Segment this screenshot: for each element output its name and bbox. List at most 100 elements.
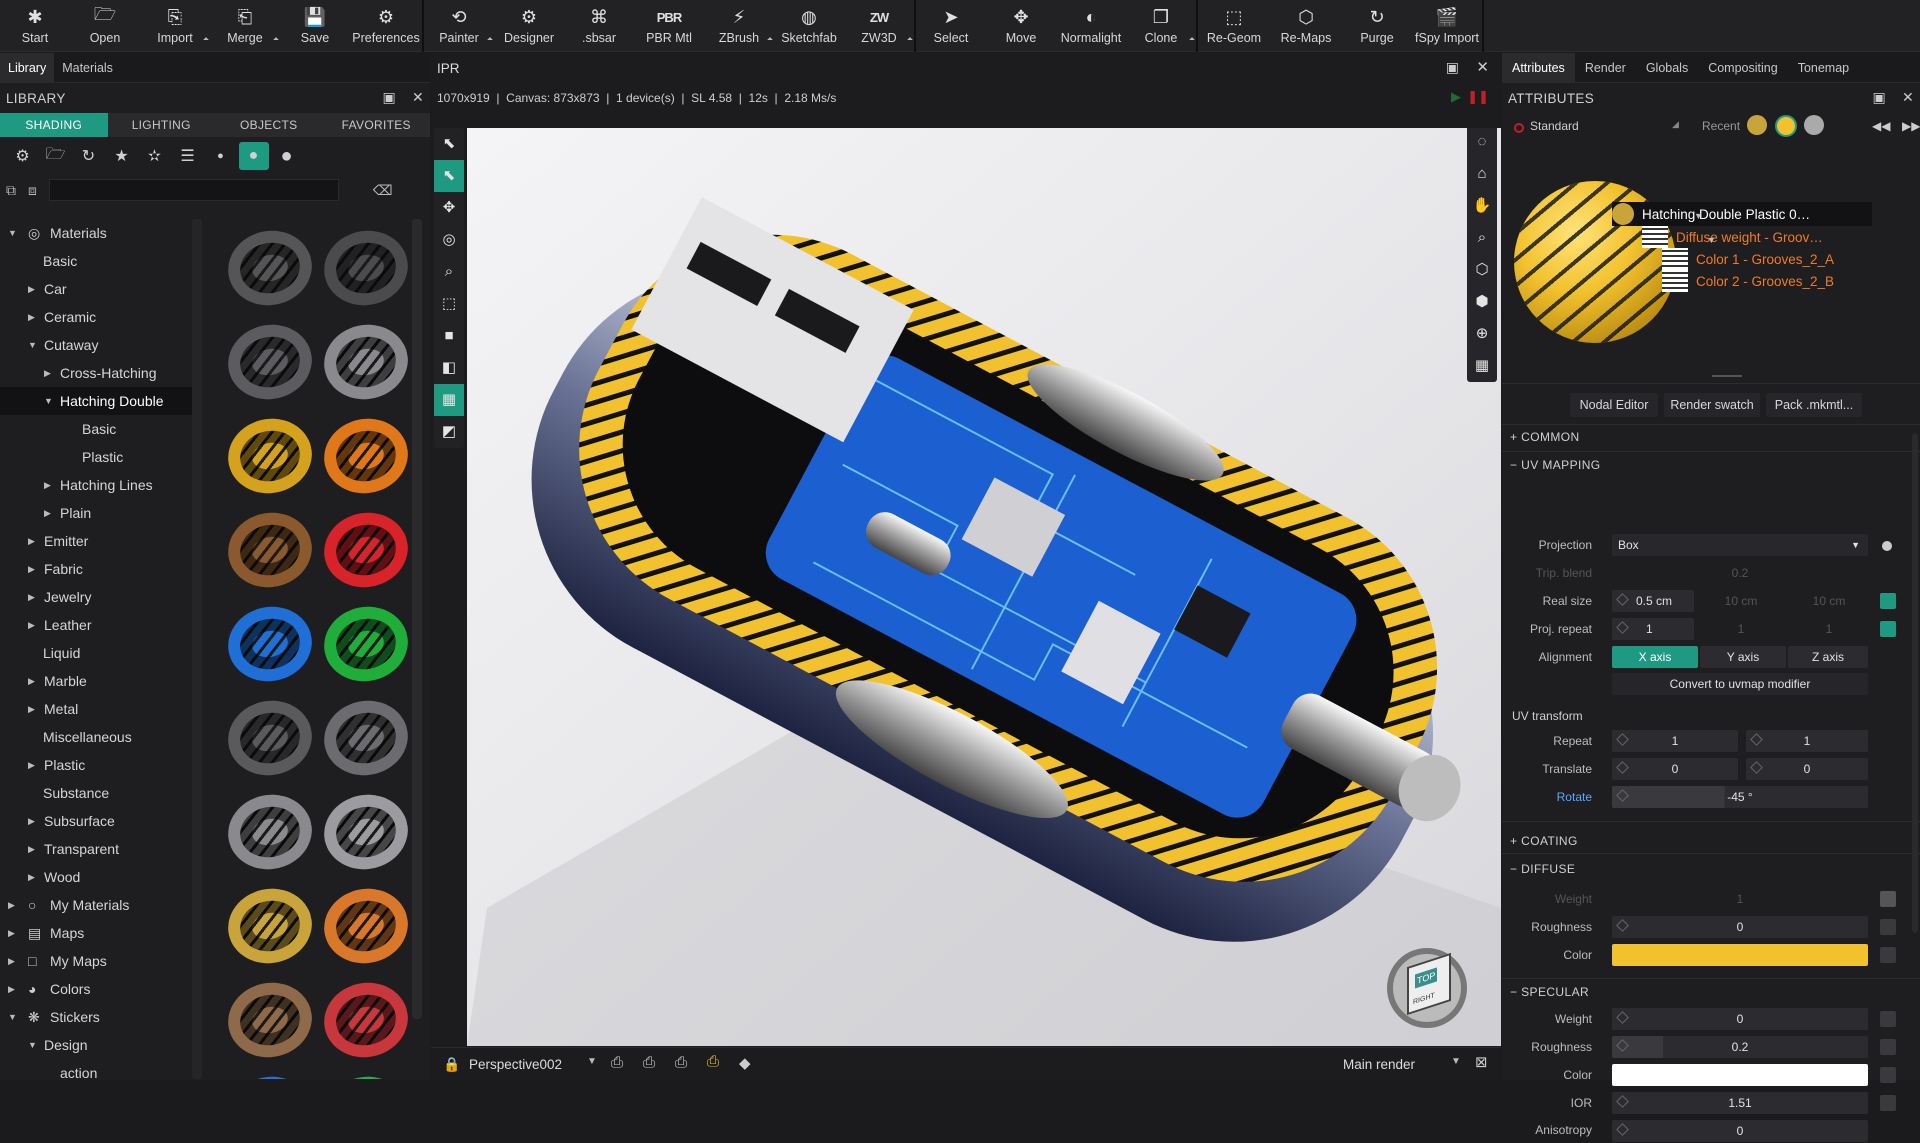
chevron-right-icon[interactable]: ▶ — [28, 807, 35, 835]
tree-item[interactable]: Basic — [0, 247, 200, 275]
recent-material-3[interactable] — [1804, 115, 1824, 135]
zbrush-button[interactable]: ⚡ ZBrush — [704, 0, 774, 52]
tree-item[interactable]: ▶ Emitter — [0, 527, 200, 555]
chevron-down-icon[interactable]: ▼ — [1451, 1056, 1461, 1067]
anisotropy-field[interactable]: 0 — [1612, 1120, 1868, 1142]
material-node[interactable]: Color 1 - Grooves_2_A — [1662, 247, 1834, 271]
render-swatch-button[interactable]: Render swatch — [1664, 393, 1760, 417]
material-node[interactable]: Hatching Double Plastic 0… — [1612, 202, 1872, 226]
tree-item[interactable]: Basic — [0, 415, 200, 443]
gear-icon[interactable]: ⚙ — [6, 146, 39, 166]
rotate-field[interactable]: -45 ° — [1612, 786, 1868, 808]
previous-icon[interactable]: ◀◀ — [1872, 119, 1890, 133]
sbsar-button[interactable]: ⌘ .sbsar — [564, 0, 634, 52]
tab-objects[interactable]: OBJECTS — [215, 113, 323, 137]
pause-icon[interactable]: ❚❚ — [1467, 89, 1489, 105]
texture-slot-icon[interactable] — [1880, 1095, 1896, 1111]
tree-item[interactable]: Substance — [0, 779, 200, 807]
texture-slot-icon[interactable] — [1880, 1067, 1896, 1083]
tree-item[interactable]: Liquid — [0, 639, 200, 667]
float-panel-icon[interactable]: ▣ — [1872, 89, 1886, 106]
chevron-right-icon[interactable]: ▶ — [44, 499, 51, 527]
designer-button[interactable]: ⚙ Designer — [494, 0, 564, 52]
attributes-scrollbar[interactable] — [1912, 433, 1918, 933]
chevron-right-icon[interactable]: ▶ — [8, 919, 15, 947]
convert-uvmap-button[interactable]: Convert to uvmap modifier — [1612, 673, 1868, 695]
view-cube[interactable]: TOP RIGHT — [1387, 948, 1467, 1028]
preferences-button[interactable]: ⚙ Preferences — [350, 0, 422, 52]
tree-item[interactable]: ▼ ❋ Stickers — [0, 1003, 200, 1031]
chevron-down-icon[interactable]: ▼ — [1694, 211, 1703, 221]
material-thumbnail[interactable] — [317, 505, 415, 595]
tree-item[interactable]: ▶ ○ My Materials — [0, 891, 200, 919]
proj-repeat-x[interactable]: 1 — [1612, 618, 1694, 640]
grid-icon[interactable]: ▦ — [1467, 350, 1497, 382]
section-diffuse[interactable]: − DIFFUSE — [1510, 862, 1575, 876]
real-size-x[interactable]: 0.5 cm — [1612, 590, 1694, 612]
search-input[interactable] — [48, 179, 339, 201]
play-icon[interactable]: ▶ — [1451, 89, 1461, 105]
tab-render[interactable]: Render — [1575, 53, 1636, 82]
fspy-import-button[interactable]: 🎬 fSpy Import — [1412, 0, 1482, 52]
material-thumbnail[interactable] — [221, 787, 319, 877]
material-node[interactable]: Color 2 - Grooves_2_B — [1662, 269, 1834, 293]
material-thumbnail[interactable] — [317, 411, 415, 501]
tree-item[interactable]: ▼ Hatching Double — [0, 387, 200, 415]
z-axis-button[interactable]: Z axis — [1788, 646, 1868, 668]
tab-lighting[interactable]: LIGHTING — [108, 113, 216, 137]
close-icon[interactable]: ✕ — [1476, 58, 1489, 76]
chevron-right-icon[interactable]: ▶ — [28, 863, 35, 891]
material-thumbnail[interactable] — [221, 693, 319, 783]
chevron-down-icon[interactable]: ◢ — [1672, 119, 1679, 130]
tab-library[interactable]: Library — [0, 53, 55, 82]
compare-icon[interactable]: ◧ — [434, 352, 464, 384]
import-button[interactable]: ⎘ Import — [140, 0, 210, 52]
pack-mkmtl-button[interactable]: Pack .mkmtl... — [1766, 393, 1862, 417]
zoom-region-icon[interactable]: ⌕ — [434, 256, 464, 288]
chevron-right-icon[interactable]: ▶ — [28, 527, 35, 555]
move-icon[interactable]: ✥ — [434, 192, 464, 224]
material-thumbnail[interactable] — [221, 317, 319, 407]
tree-item[interactable]: ▶ ▤ Maps — [0, 919, 200, 947]
material-thumbnail[interactable] — [221, 881, 319, 971]
chevron-down-icon[interactable]: ▼ — [44, 387, 53, 415]
tab-compositing[interactable]: Compositing — [1698, 53, 1787, 82]
tree-item[interactable]: ▶ Subsurface — [0, 807, 200, 835]
section-specular[interactable]: − SPECULAR — [1510, 985, 1589, 999]
re-maps-button[interactable]: ⬡ Re-Maps — [1270, 0, 1342, 52]
section-coating[interactable]: + COATING — [1510, 834, 1578, 848]
recent-material-2[interactable] — [1775, 115, 1797, 137]
zoom-extents-icon[interactable]: ◌ — [1467, 128, 1497, 158]
material-thumbnail[interactable] — [317, 787, 415, 877]
material-thumbnail[interactable] — [317, 693, 415, 783]
region-render-icon[interactable]: ⬚ — [434, 288, 464, 320]
chevron-down-icon[interactable]: ▼ — [28, 331, 37, 359]
chevron-right-icon[interactable]: ▶ — [28, 695, 35, 723]
projection-select[interactable]: Box ▼ — [1612, 534, 1868, 556]
chevron-down-icon[interactable]: ▼ — [1707, 235, 1716, 245]
pan-hand-icon[interactable]: ✋ — [1467, 190, 1497, 222]
tree-item[interactable]: ▶ ◕ Colors — [0, 975, 200, 1003]
render-viewport[interactable]: ◌ ⌂ ✋ ⌕ ⬡ ⬢ ⊕ ▦ TOP RIGHT — [467, 128, 1501, 1046]
link-icon[interactable] — [1880, 593, 1896, 609]
chevron-right-icon[interactable]: ▶ — [28, 583, 35, 611]
chevron-right-icon[interactable]: ▶ — [28, 555, 35, 583]
tab-globals[interactable]: Globals — [1636, 53, 1698, 82]
painter-button[interactable]: ⟲ Painter — [424, 0, 494, 52]
chevron-right-icon[interactable]: ▶ — [44, 471, 51, 499]
tree-item[interactable]: ▶ □ My Maps — [0, 947, 200, 975]
tree-item[interactable]: ▶ Car — [0, 275, 200, 303]
chevron-right-icon[interactable]: ▶ — [28, 667, 35, 695]
float-panel-icon[interactable]: ▣ — [382, 89, 396, 106]
material-thumbnail[interactable] — [221, 505, 319, 595]
clear-search-icon[interactable]: ⌫ — [373, 182, 393, 199]
material-thumbnail[interactable] — [317, 975, 415, 1065]
section-common[interactable]: + COMMON — [1510, 430, 1580, 444]
y-axis-button[interactable]: Y axis — [1700, 646, 1786, 668]
normalight-button[interactable]: ◐ Normalight — [1056, 0, 1126, 52]
list-view-icon[interactable]: ☰ — [171, 146, 204, 166]
tree-item[interactable]: ▶ Marble — [0, 667, 200, 695]
clone-button[interactable]: ❐ Clone — [1126, 0, 1196, 52]
chevron-right-icon[interactable]: ▶ — [28, 303, 35, 331]
tree-item[interactable]: ▶ Fabric — [0, 555, 200, 583]
